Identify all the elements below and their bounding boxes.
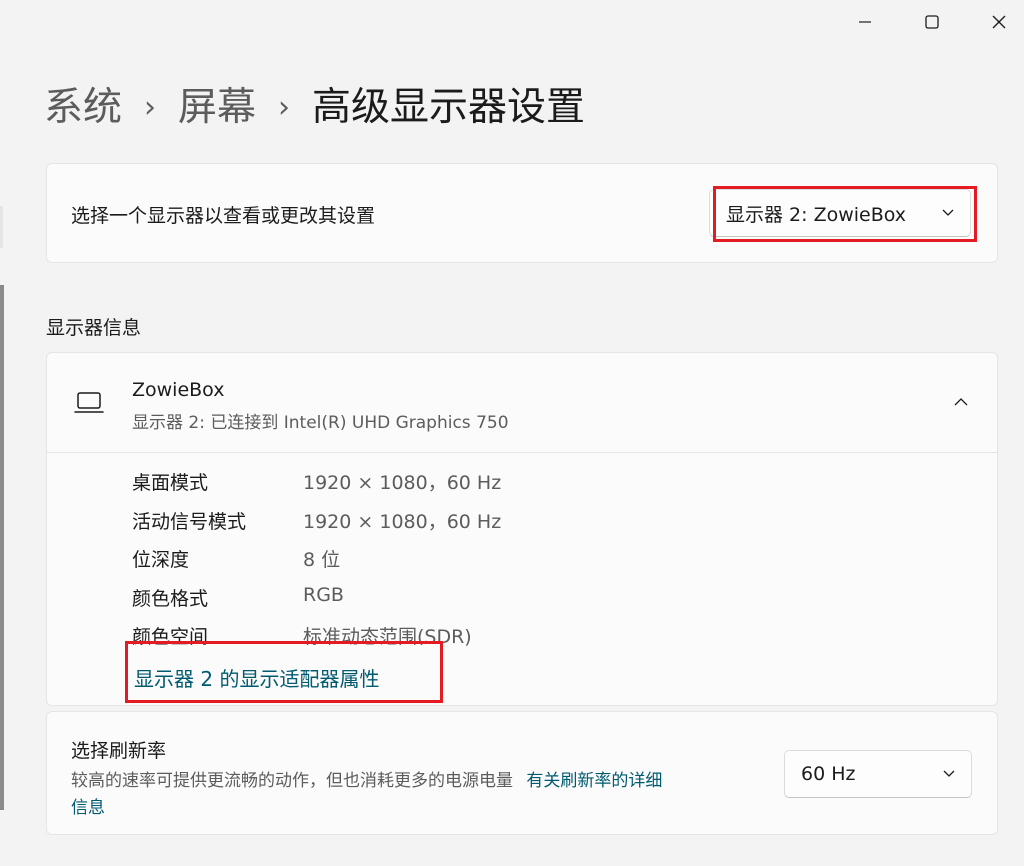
property-value: 1920 × 1080，60 Hz <box>303 511 502 533</box>
property-value: 1920 × 1080，60 Hz <box>303 472 502 494</box>
property-value: RGB <box>303 584 344 606</box>
refresh-info-link-cont[interactable]: 信息 <box>71 793 105 818</box>
breadcrumb-item-display[interactable]: 屏幕 <box>178 80 256 136</box>
maximize-icon <box>925 15 939 29</box>
refresh-description: 较高的速率可提供更流畅的动作，但也消耗更多的电源电量 有关刷新率的详细 <box>71 766 662 791</box>
breadcrumb-separator: › <box>144 90 157 125</box>
property-key: 颜色格式 <box>132 588 209 610</box>
property-row: 位深度 8 位 <box>132 545 340 572</box>
property-row: 颜色格式 RGB <box>132 584 344 611</box>
chevron-down-icon <box>943 770 955 777</box>
chevron-up-icon[interactable] <box>954 397 968 406</box>
minimize-icon <box>859 21 871 23</box>
laptop-icon <box>74 392 104 413</box>
breadcrumb-item-system[interactable]: 系统 <box>44 80 122 136</box>
refresh-info-link[interactable]: 有关刷新率的详细 <box>526 771 662 791</box>
monitor-select-label: 选择一个显示器以查看或更改其设置 <box>71 205 376 227</box>
refresh-description-text: 较高的速率可提供更流畅的动作，但也消耗更多的电源电量 <box>71 771 513 791</box>
section-title: 显示器信息 <box>46 317 142 339</box>
property-key: 桌面模式 <box>132 472 209 494</box>
refresh-rate-value: 60 Hz <box>801 763 856 785</box>
minimize-button[interactable] <box>842 0 888 44</box>
refresh-rate-card: 选择刷新率 较高的速率可提供更流畅的动作，但也消耗更多的电源电量 有关刷新率的详… <box>46 711 998 835</box>
refresh-rate-dropdown[interactable]: 60 Hz <box>784 750 972 798</box>
breadcrumb-separator: › <box>278 90 291 125</box>
property-key: 位深度 <box>132 549 190 571</box>
nav-pane-edge <box>0 206 3 248</box>
property-key: 活动信号模式 <box>132 511 247 533</box>
property-row: 桌面模式 1920 × 1080，60 Hz <box>132 468 501 495</box>
refresh-title: 选择刷新率 <box>71 740 167 762</box>
display-subtitle: 显示器 2: 已连接到 Intel(R) UHD Graphics 750 <box>132 413 509 433</box>
maximize-button[interactable] <box>909 0 955 44</box>
display-info-header[interactable]: ZowieBox 显示器 2: 已连接到 Intel(R) UHD Graphi… <box>47 353 997 453</box>
property-row: 活动信号模式 1920 × 1080，60 Hz <box>132 507 501 534</box>
breadcrumb: 系统 › 屏幕 › 高级显示器设置 <box>44 80 585 136</box>
scrollbar-thumb[interactable] <box>0 285 4 810</box>
close-button[interactable] <box>976 0 1022 44</box>
property-value: 8 位 <box>303 549 341 571</box>
display-name: ZowieBox <box>132 379 225 401</box>
adapter-properties-link[interactable]: 显示器 2 的显示适配器属性 <box>134 663 379 692</box>
highlight-box <box>713 186 977 242</box>
page-title: 高级显示器设置 <box>312 85 586 130</box>
close-icon <box>992 15 1006 29</box>
